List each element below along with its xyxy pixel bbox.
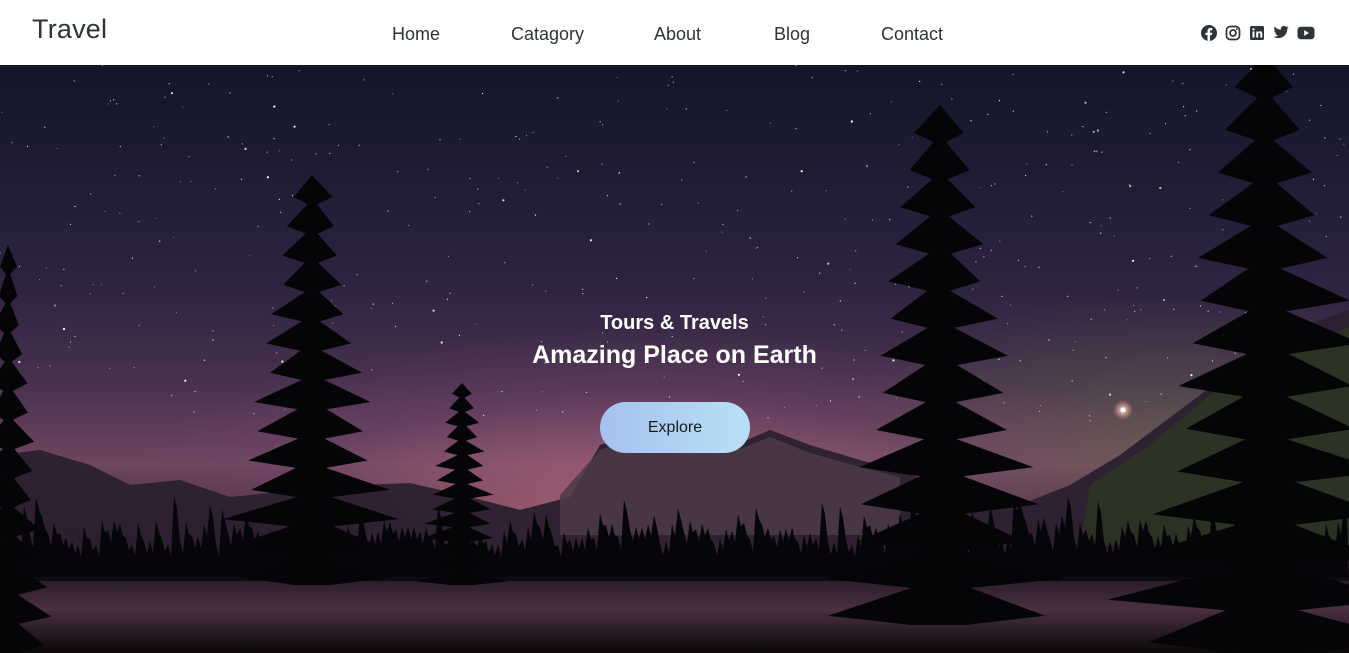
nav-link-home[interactable]: Home [392,24,440,45]
nav-link-contact[interactable]: Contact [881,24,943,45]
hero-title: Amazing Place on Earth [532,341,817,369]
nav-menu: Home Catagory About Blog Contact [0,0,1349,65]
hero-subtitle: Tours & Travels [600,312,749,334]
navbar: Travel Home Catagory About Blog Contact [0,0,1349,65]
social-links [1201,24,1315,41]
instagram-link[interactable] [1225,24,1241,41]
linkedin-link[interactable] [1249,24,1265,41]
twitter-link[interactable] [1273,24,1289,41]
nav-link-category[interactable]: Catagory [511,24,584,45]
explore-button[interactable]: Explore [600,402,750,453]
youtube-link[interactable] [1297,24,1315,41]
nav-link-about[interactable]: About [654,24,701,45]
twitter-icon [1273,25,1289,39]
linkedin-icon [1250,25,1264,40]
nav-link-blog[interactable]: Blog [774,24,810,45]
facebook-link[interactable] [1201,24,1217,41]
instagram-icon [1225,25,1241,40]
hero-section: Tours & Travels Amazing Place on Earth E… [0,65,1349,653]
facebook-icon [1201,24,1217,41]
youtube-icon [1297,26,1315,39]
